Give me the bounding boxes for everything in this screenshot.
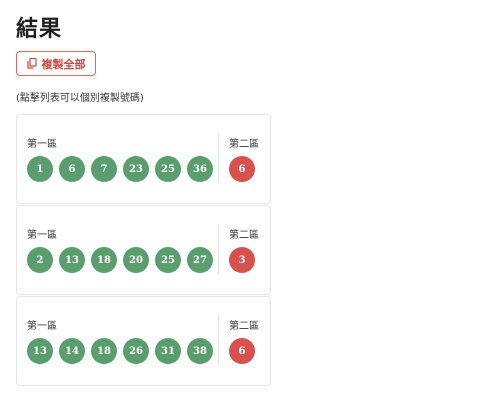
zone1-ball: 31 [155, 338, 181, 364]
zone2-label: 第二區 [229, 230, 259, 241]
copy-all-button[interactable]: 複製全部 [16, 51, 96, 76]
zone1-ball: 14 [59, 338, 85, 364]
copy-icon [26, 58, 37, 69]
zone1-ball: 23 [123, 156, 149, 182]
copy-all-label: 複製全部 [41, 58, 86, 71]
zone1-label: 第一區 [27, 230, 57, 241]
zone1-numbers: 2 13 18 20 25 27 [27, 247, 213, 273]
zone1-ball: 13 [27, 338, 53, 364]
zone1-ball: 18 [91, 247, 117, 273]
zone-divider [218, 133, 219, 183]
zone-divider [218, 224, 219, 274]
zone1-ball: 25 [155, 247, 181, 273]
zone2-ball: 6 [229, 338, 255, 364]
zone1-ball: 1 [27, 156, 53, 182]
result-card[interactable]: 第一區 第二區 1 6 7 23 25 36 6 [16, 114, 271, 204]
zone2-label: 第二區 [229, 139, 259, 150]
zone1-numbers: 13 14 18 26 31 38 [27, 338, 213, 364]
zone1-ball: 38 [187, 338, 213, 364]
zone2-label: 第二區 [229, 321, 259, 332]
zone1-label: 第一區 [27, 321, 57, 332]
zone1-ball: 36 [187, 156, 213, 182]
zone1-ball: 13 [59, 247, 85, 273]
zone1-ball: 20 [123, 247, 149, 273]
zone1-numbers: 1 6 7 23 25 36 [27, 156, 213, 182]
zone1-label: 第一區 [27, 139, 57, 150]
zone1-ball: 6 [59, 156, 85, 182]
zone1-ball: 25 [155, 156, 181, 182]
result-card[interactable]: 第一區 第二區 2 13 18 20 25 27 3 [16, 205, 271, 295]
zone2-ball: 3 [229, 247, 255, 273]
zone1-ball: 2 [27, 247, 53, 273]
copy-hint: (點擊列表可以個別複製號碼) [16, 93, 144, 104]
zone1-ball: 7 [91, 156, 117, 182]
result-card[interactable]: 第一區 第二區 13 14 18 26 31 38 6 [16, 296, 271, 386]
zone1-ball: 26 [123, 338, 149, 364]
zone2-ball: 6 [229, 156, 255, 182]
page-title: 結果 [16, 17, 63, 42]
zone-divider [218, 315, 219, 365]
zone1-ball: 27 [187, 247, 213, 273]
zone1-ball: 18 [91, 338, 117, 364]
